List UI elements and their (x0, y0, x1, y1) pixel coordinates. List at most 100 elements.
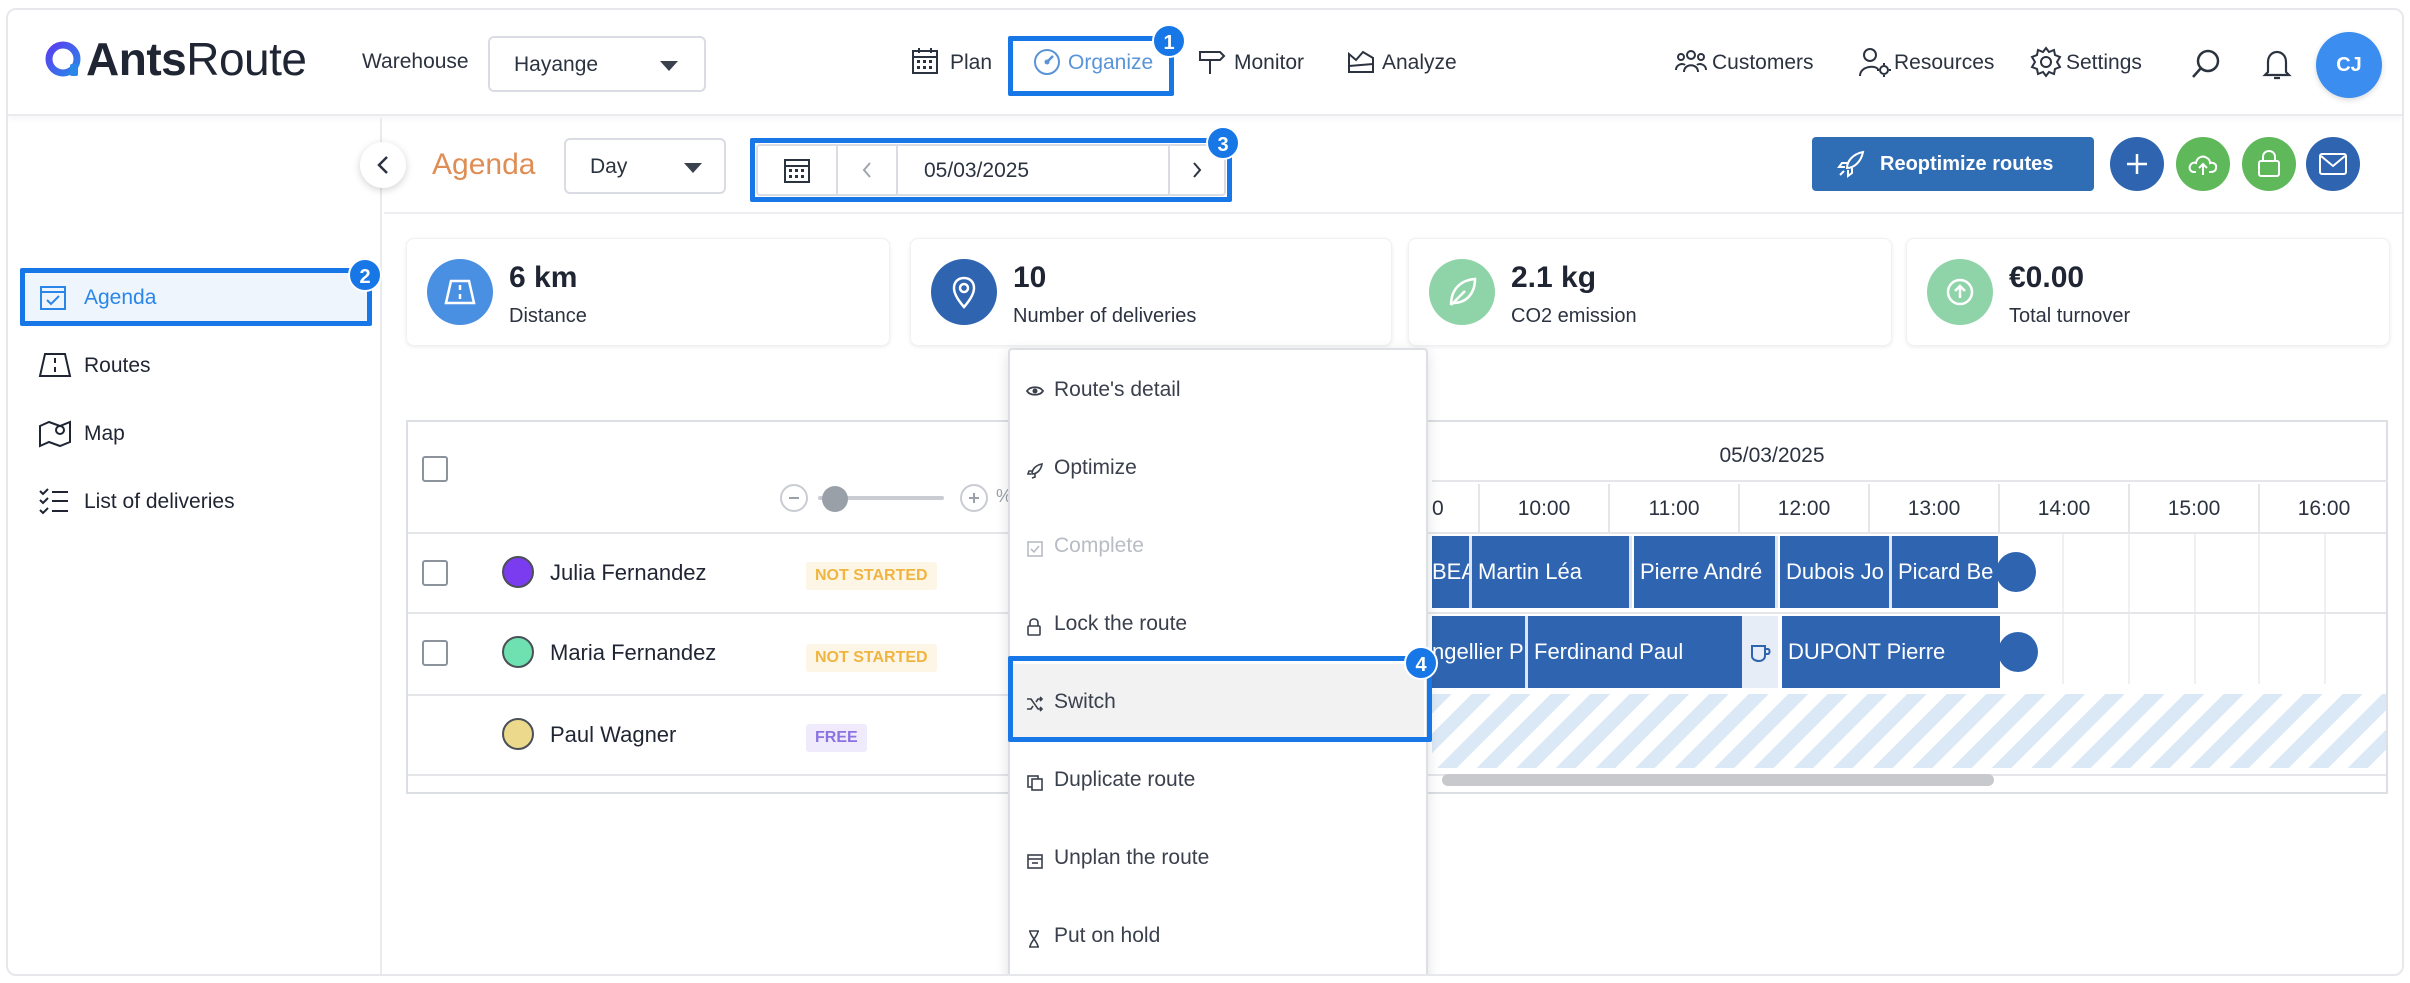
delivery-block[interactable]: Ferdinand Paul (1528, 616, 1742, 688)
annotation-badge-1: 1 (1152, 24, 1186, 58)
stat-label: CO2 emission (1511, 305, 1637, 327)
delivery-block[interactable]: Martin Léa (1472, 536, 1632, 608)
reoptimize-routes-label: Reoptimize routes (1880, 153, 2054, 175)
sidebar-item-routes[interactable]: Routes (24, 340, 368, 390)
user-avatar[interactable]: CJ (2316, 32, 2382, 98)
row-checkbox[interactable] (422, 560, 448, 586)
nav-plan[interactable]: Plan (910, 40, 1000, 84)
highlight-switch (1008, 656, 1432, 742)
chart-area-icon (1346, 46, 1376, 76)
add-button[interactable] (2110, 137, 2164, 191)
menu-item-duplicate-route[interactable]: Duplicate route (1012, 742, 1424, 820)
hour-label: 14:00 (1998, 484, 2128, 534)
stat-label: Number of deliveries (1013, 305, 1197, 327)
sidebar-item-map[interactable]: Map (24, 408, 368, 458)
lock-button[interactable] (2242, 137, 2296, 191)
stat-label: Distance (509, 305, 587, 327)
upload-cloud-button[interactable] (2176, 137, 2230, 191)
gear-icon (2030, 46, 2062, 78)
grid-line (2324, 534, 2326, 684)
driver-color-dot (502, 718, 534, 750)
grid-line (2258, 534, 2260, 684)
leaf-icon (1429, 259, 1495, 325)
route-end-marker[interactable] (1998, 632, 2038, 672)
menu-item-optimize[interactable]: Optimize (1012, 430, 1424, 508)
zoom-out-button[interactable] (780, 484, 808, 512)
annotation-badge-3: 3 (1206, 126, 1240, 160)
warehouse-select[interactable]: Hayange (488, 36, 706, 92)
zoom-slider-handle[interactable] (822, 486, 848, 512)
delivery-block[interactable]: BEAU (1432, 536, 1472, 608)
delivery-block[interactable]: ngellier P (1432, 616, 1528, 688)
checklist-icon (38, 486, 70, 516)
lock-icon (1026, 618, 1042, 636)
view-select[interactable]: Day (564, 138, 726, 194)
hour-label: 13:00 (1868, 484, 1998, 534)
coffee-icon (1749, 640, 1773, 664)
highlight-date-navigator (750, 138, 1232, 202)
delivery-block[interactable]: Picard Be (1892, 536, 1998, 608)
menu-item-unplan-route[interactable]: Unplan the route (1012, 820, 1424, 898)
envelope-icon (2318, 151, 2348, 177)
zoom-in-button[interactable] (960, 484, 988, 512)
hour-label: 12:00 (1738, 484, 1868, 534)
delivery-block[interactable]: Pierre André (1634, 536, 1778, 608)
location-pin-icon (931, 259, 997, 325)
break-slot[interactable] (1742, 616, 1778, 688)
nav-monitor[interactable]: Monitor (1196, 40, 1316, 84)
top-navigation: AntsRoute Warehouse Hayange Plan Organiz… (8, 10, 2402, 116)
grid-line (2128, 534, 2130, 684)
driver-color-dot (502, 556, 534, 588)
page-title: Agenda (432, 148, 536, 181)
stat-card-distance: 6 km Distance (406, 238, 890, 346)
stat-card-turnover: €0.00 Total turnover (1906, 238, 2390, 346)
select-all-checkbox[interactable] (422, 456, 448, 482)
driver-name[interactable]: Julia Fernandez (550, 560, 707, 586)
map-pin-icon (38, 418, 72, 448)
email-button[interactable] (2306, 137, 2360, 191)
highlight-organize (1008, 36, 1174, 96)
sidebar-collapse-button[interactable] (360, 142, 406, 188)
rocket-icon (1836, 149, 1866, 179)
stat-value: €0.00 (2009, 261, 2085, 294)
copy-icon (1026, 774, 1044, 792)
delivery-block[interactable]: DUPONT Pierre (1782, 616, 2000, 688)
arrow-up-circle-icon (1927, 259, 1993, 325)
signpost-icon (1196, 46, 1226, 76)
road-icon (427, 259, 493, 325)
warehouse-value: Hayange (514, 53, 599, 76)
cloud-upload-icon (2187, 149, 2219, 179)
status-badge: FREE (806, 724, 867, 752)
nav-settings[interactable]: Settings (2030, 40, 2160, 84)
reoptimize-routes-button[interactable]: Reoptimize routes (1812, 137, 2094, 191)
status-badge: NOT STARTED (806, 562, 937, 590)
search-icon[interactable] (2190, 48, 2222, 80)
chevron-down-icon (660, 61, 678, 71)
nav-resources[interactable]: Resources (1858, 40, 2008, 84)
chevron-left-icon (374, 154, 392, 176)
warehouse-label: Warehouse (362, 50, 469, 73)
horizontal-scrollbar[interactable] (1442, 774, 1994, 786)
nav-customers[interactable]: Customers (1674, 40, 1824, 84)
delivery-block[interactable]: Dubois Jo (1780, 536, 1892, 608)
driver-name[interactable]: Maria Fernandez (550, 640, 716, 666)
menu-item-complete[interactable]: Complete (1012, 508, 1424, 586)
bell-icon[interactable] (2262, 48, 2292, 82)
menu-item-routes-detail[interactable]: Route's detail (1012, 352, 1424, 430)
stat-card-co2: 2.1 kg CO2 emission (1408, 238, 1892, 346)
antsroute-logo-icon (44, 40, 82, 78)
route-end-marker[interactable] (1996, 552, 2036, 592)
driver-name[interactable]: Paul Wagner (550, 722, 676, 748)
sidebar-item-list-of-deliveries[interactable]: List of deliveries (24, 476, 368, 526)
menu-item-put-on-hold[interactable]: Put on hold (1012, 898, 1424, 974)
minus-icon (789, 497, 799, 499)
annotation-badge-4: 4 (1404, 646, 1438, 680)
row-checkbox[interactable] (422, 640, 448, 666)
stat-value: 2.1 kg (1511, 261, 1597, 294)
chevron-down-icon (684, 163, 702, 173)
nav-analyze[interactable]: Analyze (1346, 40, 1466, 84)
timeline-date: 05/03/2025 (1719, 444, 1825, 467)
menu-item-lock-route[interactable]: Lock the route (1012, 586, 1424, 664)
hour-label: 11:00 (1608, 484, 1738, 534)
hour-label: 15:00 (2128, 484, 2258, 534)
